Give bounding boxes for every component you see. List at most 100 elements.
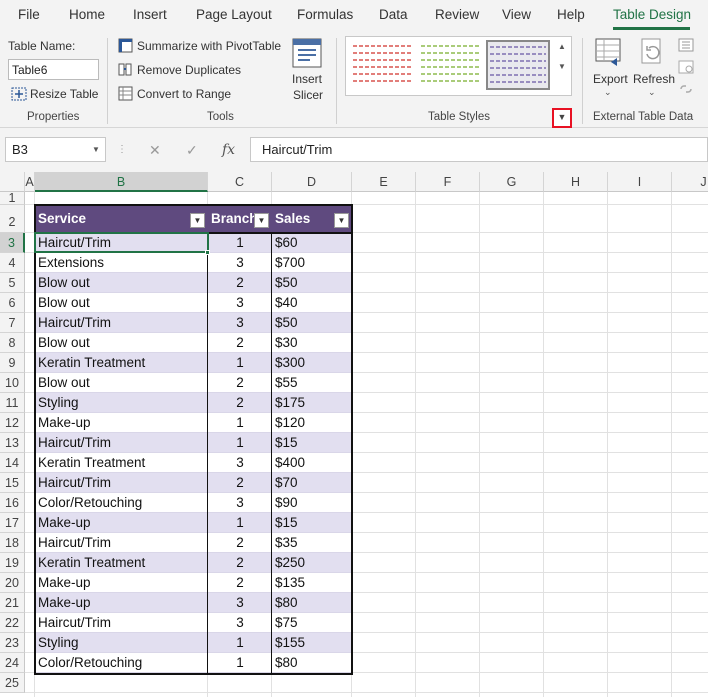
table-style-purple-swatch[interactable] bbox=[486, 40, 550, 90]
row-header-7[interactable]: 7 bbox=[0, 313, 25, 333]
insert-slicer-icon[interactable] bbox=[292, 38, 322, 71]
remove-duplicates-button[interactable]: Remove Duplicates bbox=[137, 63, 241, 77]
table-cell-sales[interactable]: $175 bbox=[272, 393, 352, 413]
row-header-20[interactable]: 20 bbox=[0, 573, 25, 593]
insert-slicer-label-line1[interactable]: Insert bbox=[292, 72, 322, 86]
column-header-c[interactable]: C bbox=[208, 172, 272, 192]
table-cell-sales[interactable]: $75 bbox=[272, 613, 352, 633]
convert-to-range-button[interactable]: Convert to Range bbox=[137, 87, 231, 101]
table-cell-service[interactable]: Haircut/Trim bbox=[35, 433, 208, 453]
table-cell-service[interactable]: Color/Retouching bbox=[35, 493, 208, 513]
table-cell-branch[interactable]: 3 bbox=[208, 313, 272, 333]
column-header-i[interactable]: I bbox=[608, 172, 672, 192]
tab-table-design[interactable]: Table Design bbox=[613, 7, 691, 22]
table-cell-service[interactable]: Haircut/Trim bbox=[35, 613, 208, 633]
open-in-browser-icon[interactable] bbox=[678, 60, 694, 77]
row-header-24[interactable]: 24 bbox=[0, 653, 25, 673]
column-header-b[interactable]: B bbox=[35, 172, 208, 192]
row-header-15[interactable]: 15 bbox=[0, 473, 25, 493]
table-cell-service[interactable]: Keratin Treatment bbox=[35, 453, 208, 473]
table-cell-branch[interactable]: 3 bbox=[208, 493, 272, 513]
tab-help[interactable]: Help bbox=[557, 7, 585, 22]
row-header-19[interactable]: 19 bbox=[0, 553, 25, 573]
table-cell-sales[interactable]: $250 bbox=[272, 553, 352, 573]
table-cell-branch[interactable]: 1 bbox=[208, 653, 272, 673]
table-cell-sales[interactable]: $135 bbox=[272, 573, 352, 593]
unlink-icon[interactable] bbox=[678, 82, 694, 99]
table-cell-service[interactable]: Haircut/Trim bbox=[35, 313, 208, 333]
refresh-button[interactable]: Refresh bbox=[633, 72, 675, 86]
tab-insert[interactable]: Insert bbox=[133, 7, 167, 22]
table-cell-service[interactable]: Styling bbox=[35, 393, 208, 413]
fill-handle[interactable] bbox=[205, 250, 210, 255]
table-cell-branch[interactable]: 3 bbox=[208, 253, 272, 273]
properties-icon[interactable] bbox=[678, 38, 694, 55]
table-cell-sales[interactable]: $50 bbox=[272, 313, 352, 333]
export-dropdown-icon[interactable]: ⌄ bbox=[604, 87, 612, 98]
row-header-6[interactable]: 6 bbox=[0, 293, 25, 313]
table-cell-sales[interactable]: $80 bbox=[272, 653, 352, 673]
table-cell-service[interactable]: Styling bbox=[35, 633, 208, 653]
row-header-23[interactable]: 23 bbox=[0, 633, 25, 653]
tab-review[interactable]: Review bbox=[435, 7, 479, 22]
select-all-corner[interactable] bbox=[0, 172, 25, 192]
table-cell-service[interactable]: Blow out bbox=[35, 373, 208, 393]
tab-home[interactable]: Home bbox=[69, 7, 105, 22]
table-cell-service[interactable]: Blow out bbox=[35, 333, 208, 353]
table-cell-sales[interactable]: $50 bbox=[272, 273, 352, 293]
gallery-scroll-down-button[interactable]: ▼ bbox=[555, 58, 569, 76]
row-header-18[interactable]: 18 bbox=[0, 533, 25, 553]
row-header-22[interactable]: 22 bbox=[0, 613, 25, 633]
column-header-f[interactable]: F bbox=[416, 172, 480, 192]
table-cell-branch[interactable]: 1 bbox=[208, 633, 272, 653]
export-icon[interactable] bbox=[595, 38, 625, 71]
row-header-2[interactable]: 2 bbox=[0, 205, 25, 233]
table-cell-branch[interactable]: 2 bbox=[208, 553, 272, 573]
row-header-9[interactable]: 9 bbox=[0, 353, 25, 373]
row-header-1[interactable]: 1 bbox=[0, 192, 25, 205]
row-header-14[interactable]: 14 bbox=[0, 453, 25, 473]
table-cell-branch[interactable]: 1 bbox=[208, 513, 272, 533]
table-cell-service[interactable]: Make-up bbox=[35, 573, 208, 593]
table-cell-sales[interactable]: $40 bbox=[272, 293, 352, 313]
table-cell-service[interactable]: Blow out bbox=[35, 273, 208, 293]
table-cell-branch[interactable]: 2 bbox=[208, 533, 272, 553]
row-header-4[interactable]: 4 bbox=[0, 253, 25, 273]
table-cell-branch[interactable]: 2 bbox=[208, 333, 272, 353]
table-cell-branch[interactable]: 3 bbox=[208, 453, 272, 473]
summarize-pivottable-button[interactable]: Summarize with PivotTable bbox=[137, 39, 281, 53]
table-cell-sales[interactable]: $300 bbox=[272, 353, 352, 373]
table-cell-sales[interactable]: $60 bbox=[272, 233, 352, 253]
table-cell-branch[interactable]: 2 bbox=[208, 273, 272, 293]
table-cell-branch[interactable]: 2 bbox=[208, 393, 272, 413]
filter-dropdown-icon[interactable]: ▼ bbox=[190, 213, 205, 228]
tab-page-layout[interactable]: Page Layout bbox=[196, 7, 272, 22]
table-cell-branch[interactable]: 3 bbox=[208, 593, 272, 613]
refresh-dropdown-icon[interactable]: ⌄ bbox=[648, 87, 656, 98]
tab-formulas[interactable]: Formulas bbox=[297, 7, 353, 22]
table-cell-branch[interactable]: 3 bbox=[208, 293, 272, 313]
table-cell-sales[interactable]: $30 bbox=[272, 333, 352, 353]
row-header-16[interactable]: 16 bbox=[0, 493, 25, 513]
table-cell-sales[interactable]: $55 bbox=[272, 373, 352, 393]
table-cell-service[interactable]: Make-up bbox=[35, 413, 208, 433]
formula-input[interactable]: Haircut/Trim bbox=[250, 137, 708, 162]
row-header-25[interactable]: 25 bbox=[0, 673, 25, 693]
table-cell-service[interactable]: Make-up bbox=[35, 513, 208, 533]
table-cell-service[interactable]: Color/Retouching bbox=[35, 653, 208, 673]
table-cell-service[interactable]: Haircut/Trim bbox=[35, 533, 208, 553]
cancel-icon[interactable]: ✕ bbox=[149, 142, 161, 159]
table-cell-sales[interactable]: $700 bbox=[272, 253, 352, 273]
table-cell-branch[interactable]: 1 bbox=[208, 413, 272, 433]
table-cell-sales[interactable]: $400 bbox=[272, 453, 352, 473]
tab-data[interactable]: Data bbox=[379, 7, 408, 22]
column-header-j[interactable]: J bbox=[672, 172, 708, 192]
insert-slicer-label-line2[interactable]: Slicer bbox=[293, 88, 323, 102]
export-button[interactable]: Export bbox=[593, 72, 628, 86]
table-name-input[interactable] bbox=[8, 59, 99, 80]
row-header-3[interactable]: 3 bbox=[0, 233, 25, 253]
row-header-5[interactable]: 5 bbox=[0, 273, 25, 293]
row-header-8[interactable]: 8 bbox=[0, 333, 25, 353]
column-header-a[interactable]: A bbox=[25, 172, 35, 192]
row-header-21[interactable]: 21 bbox=[0, 593, 25, 613]
